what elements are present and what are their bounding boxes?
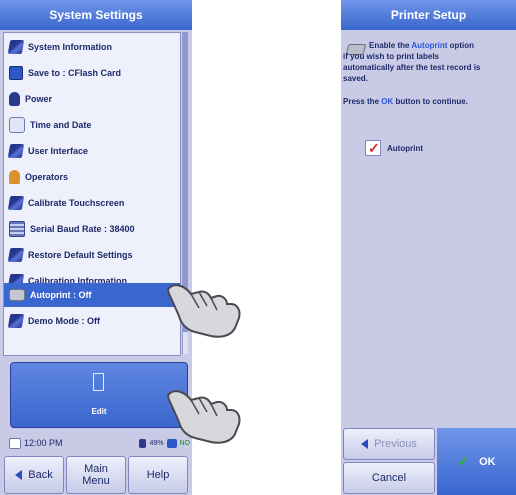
status-bar: 12:00 PM 49% NO — [6, 435, 190, 451]
menu-item-label: Serial Baud Rate : 38400 — [30, 224, 135, 234]
power-icon — [9, 92, 20, 106]
back-arrow-icon — [361, 439, 369, 449]
help-button[interactable]: Help — [128, 456, 188, 494]
back-label: Back — [28, 469, 53, 481]
book-icon — [7, 144, 25, 158]
main-menu-button[interactable]: Main Menu — [66, 456, 126, 494]
status-time: 12:00 PM — [24, 438, 63, 448]
menu-item-label: Calibrate Touchscreen — [28, 198, 125, 208]
autoprint-checkbox-row[interactable]: ✓ Autoprint — [365, 140, 423, 156]
page-title: Printer Setup — [341, 0, 516, 30]
printer-setup-text: Enable the Autoprint option if you wish … — [341, 40, 516, 107]
menu-item-label: Save to : CFlash Card — [28, 68, 122, 78]
menu-item-system-information[interactable]: System Information — [4, 35, 180, 59]
menu-item-user-interface[interactable]: User Interface — [4, 139, 180, 163]
menu-item-save-to[interactable]: Save to : CFlash Card — [4, 61, 180, 85]
text-line: automatically after the test record is — [343, 63, 481, 72]
person-icon — [9, 170, 20, 184]
menu-item-calibrate-touchscreen[interactable]: Calibrate Touchscreen — [4, 191, 180, 215]
text-line: Enable the — [369, 41, 412, 50]
main-menu-label: Menu — [82, 475, 110, 487]
menu-item-label: Time and Date — [30, 120, 92, 130]
text-highlight: OK — [381, 97, 394, 106]
book-icon — [7, 314, 25, 328]
serial-icon — [9, 221, 25, 237]
cancel-label: Cancel — [371, 472, 407, 484]
clock-icon — [9, 437, 21, 449]
menu-item-label: System Information — [28, 42, 113, 52]
ok-button[interactable]: ✓ OK — [437, 428, 516, 495]
menu-item-serial-baud-rate[interactable]: Serial Baud Rate : 38400 — [4, 217, 180, 241]
battery-icon — [139, 438, 147, 448]
menu-item-autoprint[interactable]: Autoprint : Off — [4, 283, 180, 307]
menu-item-power[interactable]: Power — [4, 87, 180, 111]
check-icon: ✓ — [457, 453, 470, 469]
printer-setup-screen: Printer Setup Enable the Autoprint optio… — [341, 0, 516, 495]
menu-item-demo-mode[interactable]: Demo Mode : Off — [4, 309, 180, 333]
settings-menu-list: System Information Save to : CFlash Card… — [3, 32, 181, 356]
help-label: Help — [146, 469, 170, 481]
edit-label: Edit — [91, 407, 107, 416]
page-title: System Settings — [0, 0, 192, 30]
menu-item-label: Operators — [25, 172, 69, 182]
edit-button[interactable]: Edit — [10, 362, 188, 428]
autoprint-checkbox[interactable]: ✓ — [365, 140, 381, 156]
status-battery: 49% — [149, 439, 164, 447]
cancel-button[interactable]: Cancel — [343, 462, 435, 494]
disk-icon — [9, 66, 23, 80]
check-icon: ✓ — [368, 140, 380, 156]
book-icon — [7, 196, 25, 210]
text-highlight: Autoprint — [411, 41, 448, 50]
edit-icon — [93, 373, 104, 391]
text-line: button to continue. — [393, 97, 468, 106]
text-line: if you wish to print labels — [343, 52, 440, 61]
system-settings-screen: System Settings System Information Save … — [0, 0, 192, 495]
menu-item-label: User Interface — [28, 146, 89, 156]
text-line: saved. — [343, 74, 368, 83]
menu-item-time-and-date[interactable]: Time and Date — [4, 113, 180, 137]
menu-item-label: Autoprint : Off — [30, 290, 92, 300]
previous-label: Previous — [374, 438, 417, 450]
menu-item-label: Restore Default Settings — [28, 250, 133, 260]
menu-item-restore-defaults[interactable]: Restore Default Settings — [4, 243, 180, 267]
menu-item-label: Power — [25, 94, 53, 104]
menu-item-operators[interactable]: Operators — [4, 165, 180, 189]
checkbox-label: Autoprint — [387, 143, 423, 153]
book-icon — [7, 40, 25, 54]
text-line: Press the — [343, 97, 382, 106]
text-line: option — [447, 41, 475, 50]
back-button[interactable]: Back — [4, 456, 64, 494]
previous-button[interactable]: Previous — [343, 428, 435, 460]
back-arrow-icon — [15, 470, 23, 480]
main-menu-label: Main — [84, 463, 108, 475]
hand-pointer-icon — [167, 390, 241, 444]
hand-pointer-icon — [167, 284, 241, 338]
printer-icon — [9, 289, 25, 301]
menu-item-label: Demo Mode : Off — [28, 316, 100, 326]
book-icon — [7, 248, 25, 262]
ok-label: OK — [479, 455, 496, 468]
clock-icon — [9, 117, 25, 133]
